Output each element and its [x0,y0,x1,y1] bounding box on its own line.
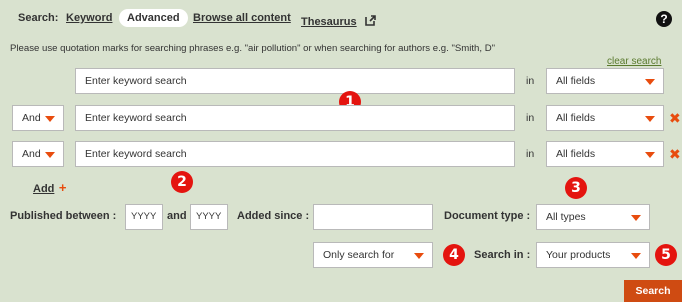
in-label: in [526,148,535,160]
published-from-year-input[interactable]: YYYY [125,204,163,230]
search-hint: Please use quotation marks for searching… [10,43,496,54]
operator-select-3[interactable]: And [12,141,64,167]
chevron-down-icon [414,253,424,259]
in-label: in [526,112,535,124]
keyword-input-2[interactable]: Enter keyword search [75,105,515,131]
help-icon[interactable]: ? [656,11,672,27]
tab-browse-all-content[interactable]: Browse all content [193,12,291,24]
search-in-value: Your products [546,249,611,261]
field-select-3[interactable]: All fields [546,141,664,167]
operator-select-value: And [22,112,41,124]
chevron-down-icon [631,253,641,259]
only-search-for-value: Only search for [323,249,395,261]
keyword-input-1[interactable]: Enter keyword search [75,68,515,94]
field-select-value: All fields [556,148,596,160]
tab-keyword[interactable]: Keyword [66,12,112,24]
tab-thesaurus-label: Thesaurus [301,16,357,28]
callout-badge-3: 3 [565,177,587,199]
chevron-down-icon [45,116,55,122]
chevron-down-icon [645,152,655,158]
operator-select-value: And [22,148,41,160]
published-between-label: Published between : [10,210,117,222]
field-select-value: All fields [556,112,596,124]
callout-badge-2: 2 [171,171,193,193]
in-label: in [526,75,535,87]
add-row-button[interactable]: Add + [33,179,66,197]
field-select-value: All fields [556,75,596,87]
published-to-year-input[interactable]: YYYY [190,204,228,230]
add-row-label: Add [33,183,55,195]
and-label: and [167,210,187,222]
search-mode-label: Search: [18,12,59,24]
added-since-input[interactable] [313,204,433,230]
clear-search-link[interactable]: clear search [607,56,661,67]
chevron-down-icon [631,215,641,221]
search-in-select[interactable]: Your products [536,242,650,268]
remove-row-icon[interactable]: ✖ [669,110,681,127]
added-since-label: Added since : [237,210,310,222]
search-button[interactable]: Search [624,280,682,302]
document-type-value: All types [546,211,586,223]
field-select-2[interactable]: All fields [546,105,664,131]
operator-select-2[interactable]: And [12,105,64,131]
tab-advanced[interactable]: Advanced [119,9,188,27]
chevron-down-icon [45,152,55,158]
document-type-label: Document type : [444,210,531,222]
plus-icon: + [58,180,67,195]
only-search-for-select[interactable]: Only search for [313,242,433,268]
document-type-select[interactable]: All types [536,204,650,230]
search-in-label: Search in : [474,249,531,261]
chevron-down-icon [645,79,655,85]
callout-badge-4: 4 [443,244,465,266]
field-select-1[interactable]: All fields [546,68,664,94]
keyword-input-3[interactable]: Enter keyword search [75,141,515,167]
callout-badge-5: 5 [655,244,677,266]
chevron-down-icon [645,116,655,122]
remove-row-icon[interactable]: ✖ [669,146,681,163]
external-link-icon [365,14,376,28]
tab-thesaurus[interactable]: Thesaurus [301,12,376,30]
